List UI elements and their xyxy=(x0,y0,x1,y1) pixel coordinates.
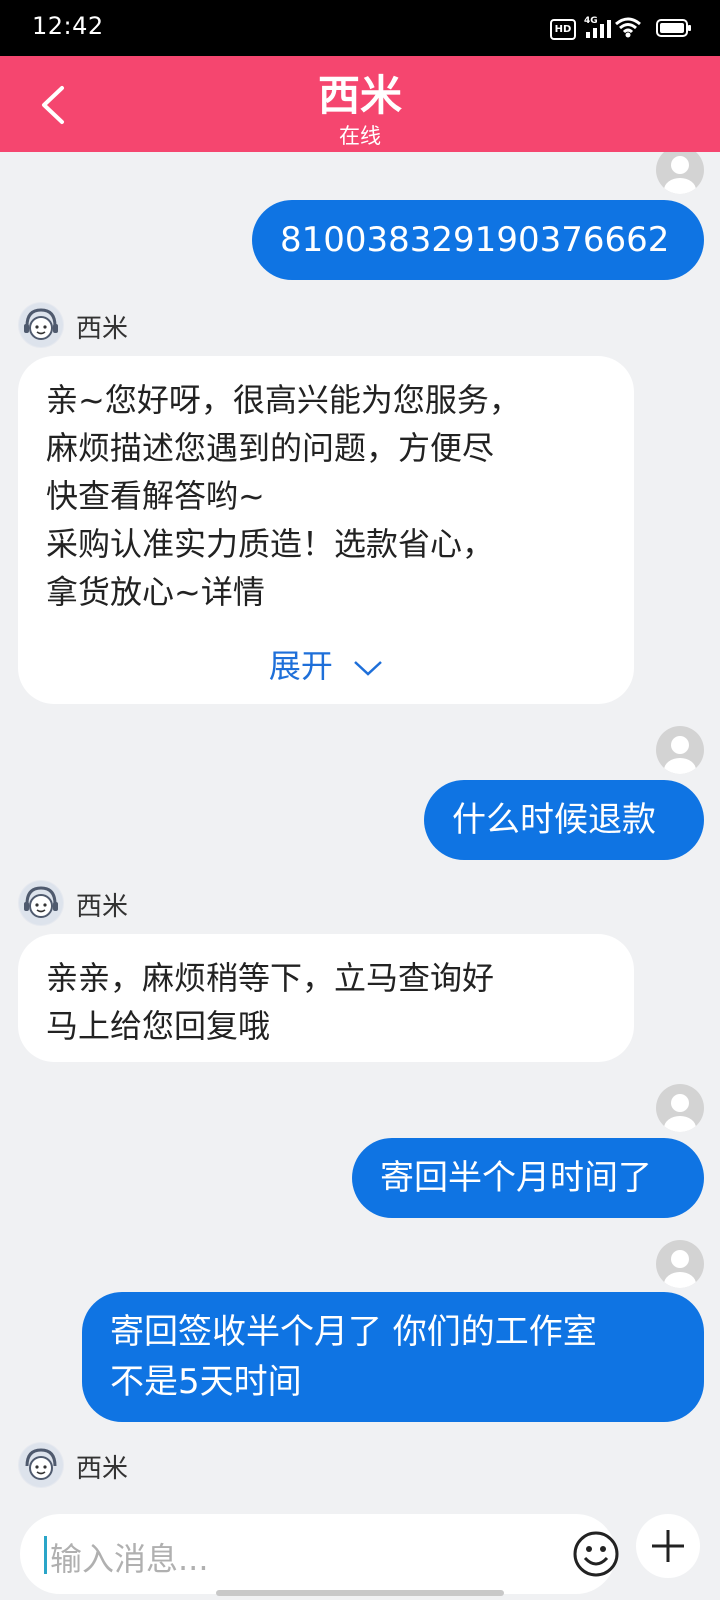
agent-headset-icon xyxy=(19,881,63,925)
message-text: 什么时候退款 xyxy=(452,800,656,840)
message-line: 寄回签收半个月了 你们的工作室 xyxy=(110,1312,597,1352)
message-bubble-outgoing[interactable]: 寄回半个月时间了 xyxy=(352,1138,704,1218)
agent-name: 西米 xyxy=(76,892,129,922)
plus-icon xyxy=(652,1530,684,1562)
agent-name: 西米 xyxy=(76,1454,129,1484)
status-bar: 12:42 HD 4G xyxy=(0,0,720,56)
expand-button[interactable]: 展开 xyxy=(18,642,634,690)
message-bubble-outgoing[interactable]: 810038329190376662 xyxy=(252,200,704,280)
chat-header: 西米 在线 xyxy=(0,56,720,152)
user-avatar xyxy=(656,1084,704,1132)
person-icon xyxy=(664,736,696,774)
message-text: 810038329190376662 xyxy=(280,220,670,260)
agent-avatar xyxy=(18,1442,64,1488)
message-line: 拿货放心~详情 xyxy=(46,573,265,611)
message-input[interactable]: 输入消息... xyxy=(20,1514,619,1594)
chevron-down-icon xyxy=(354,661,382,676)
user-avatar xyxy=(656,152,704,194)
composer-bar: 输入消息... xyxy=(0,1500,720,1600)
message-line: 亲亲，麻烦稍等下，立马查询好 xyxy=(46,959,495,997)
online-status: 在线 xyxy=(339,124,381,148)
message-line: 亲~您好呀，很高兴能为您服务， xyxy=(46,381,521,419)
message-bubble-outgoing[interactable]: 什么时候退款 xyxy=(424,780,704,860)
agent-avatar xyxy=(18,880,64,926)
chat-title: 西米 xyxy=(317,71,402,120)
message-line: 马上给您回复哦 xyxy=(46,1007,271,1045)
expand-label: 展开 xyxy=(268,647,333,685)
agent-name: 西米 xyxy=(76,314,129,344)
agent-headset-icon xyxy=(19,1443,63,1487)
status-time: 12:42 xyxy=(32,12,104,40)
message-bubble-outgoing[interactable]: 寄回签收半个月了 你们的工作室 不是5天时间 xyxy=(82,1292,704,1422)
message-line: 不是5天时间 xyxy=(110,1362,302,1402)
person-icon xyxy=(664,1094,696,1132)
person-icon xyxy=(664,156,696,194)
hd-badge: HD xyxy=(550,19,576,40)
text-cursor xyxy=(44,1536,47,1574)
add-attachment-button[interactable] xyxy=(636,1514,700,1578)
battery-icon xyxy=(656,19,691,37)
home-indicator[interactable] xyxy=(216,1590,504,1596)
user-avatar xyxy=(656,726,704,774)
input-placeholder: 输入消息... xyxy=(50,1540,209,1578)
message-bubble-incoming[interactable]: 亲~您好呀，很高兴能为您服务， 麻烦描述您遇到的问题，方便尽 快查看解答哟~ 采… xyxy=(18,356,634,704)
person-icon xyxy=(664,1250,696,1288)
smiley-icon[interactable] xyxy=(572,1530,620,1578)
wifi-icon xyxy=(615,17,641,38)
message-line: 麻烦描述您遇到的问题，方便尽 xyxy=(46,429,495,467)
message-list[interactable]: 810038329190376662 西米 亲~您好呀，很高兴能为您服务， 麻烦… xyxy=(0,152,720,1500)
user-avatar xyxy=(656,1240,704,1288)
agent-avatar xyxy=(18,302,64,348)
message-line: 快查看解答哟~ xyxy=(46,477,265,515)
network-label: 4G xyxy=(584,16,598,26)
message-bubble-incoming[interactable]: 亲亲，麻烦稍等下，立马查询好 马上给您回复哦 xyxy=(18,934,634,1062)
message-line: 采购认准实力质造！选款省心， xyxy=(46,525,495,563)
agent-headset-icon xyxy=(19,303,63,347)
signal-icon: 4G xyxy=(584,16,611,38)
message-text: 寄回半个月时间了 xyxy=(380,1158,652,1198)
